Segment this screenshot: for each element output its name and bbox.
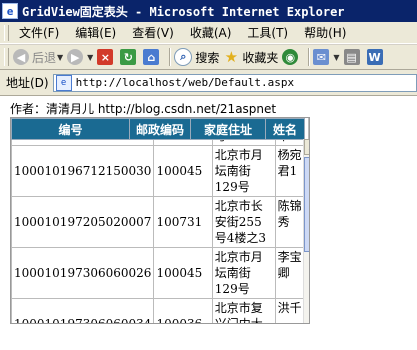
menu-favorites[interactable]: 收藏(A)	[186, 24, 244, 41]
address-url[interactable]: http://localhost/web/Default.aspx	[76, 76, 295, 89]
menu-file[interactable]: 文件(F)	[15, 24, 71, 41]
scroll-up-icon[interactable]: ▲	[304, 139, 309, 155]
table-row: 100010196712150030 100045 北京市月坛南街129号 杨宛…	[11, 145, 309, 197]
edit-icon: W	[366, 49, 383, 65]
cell-addr: 北京市长安街255号4楼之3	[211, 196, 276, 248]
cell-id: 100010197205020007	[11, 196, 155, 248]
gridview-fixed-header: 编号 邮政编码 家庭住址 姓名	[11, 118, 305, 140]
mail-button[interactable]: ✉ ▼	[313, 46, 340, 68]
favorites-button[interactable]: ★ 收藏夹	[223, 46, 279, 68]
cell-id: 100010196712150030	[11, 145, 155, 197]
cell-addr: 北京市月坛南街129号	[211, 247, 276, 299]
star-icon: ★	[224, 48, 239, 66]
table-row: 100010197306060034 100036 北京市复兴门内大街2-3 洪…	[11, 298, 309, 323]
search-button[interactable]: ⌕ 搜索	[174, 46, 219, 68]
cell-zip: 100045	[153, 145, 213, 197]
cell-zip: 100045	[153, 247, 213, 299]
standard-toolbar: ◀ 后退 ▼ ▶ ▼ × ↻ ⌂ ⌕ 搜索 ★ 收藏夹 ◉ ✉ ▼ ▤ W	[0, 44, 417, 70]
column-header-zip[interactable]: 邮政编码	[129, 118, 191, 140]
cell-id: 100010197306060026	[11, 247, 155, 299]
toolbar-separator	[169, 48, 172, 66]
address-label: 地址(D)	[6, 76, 49, 90]
table-row: 100010197306060026 100045 北京市月坛南街129号 李宝…	[11, 247, 309, 299]
edit-button[interactable]: W	[366, 46, 386, 68]
cell-addr: 北京市复兴门内大街2-3	[211, 298, 276, 323]
home-icon: ⌂	[143, 49, 160, 65]
refresh-icon: ↻	[120, 49, 137, 65]
address-bar: 地址(D) e http://localhost/web/Default.asp…	[0, 70, 417, 96]
print-icon: ▤	[343, 49, 360, 65]
gridview-table: 100010196708060046 100031 号 平 1000101967…	[11, 118, 309, 323]
forward-arrow-icon: ▶	[67, 49, 84, 65]
column-header-id[interactable]: 编号	[11, 118, 130, 140]
chevron-down-icon[interactable]: ▼	[87, 53, 93, 62]
menu-view[interactable]: 查看(V)	[128, 24, 186, 41]
toolbar-grip	[4, 48, 9, 66]
media-icon: ◉	[282, 49, 299, 65]
media-button[interactable]: ◉	[282, 46, 301, 68]
home-button[interactable]: ⌂	[143, 46, 162, 68]
menu-bar: 文件(F) 编辑(E) 查看(V) 收藏(A) 工具(T) 帮助(H)	[0, 22, 417, 44]
address-input[interactable]: e http://localhost/web/Default.aspx	[52, 73, 417, 92]
menu-help[interactable]: 帮助(H)	[300, 24, 358, 41]
print-button[interactable]: ▤	[343, 46, 363, 68]
cell-addr: 北京市月坛南街129号	[211, 145, 276, 197]
page-icon: e	[55, 74, 72, 91]
toolbar-separator	[308, 48, 311, 66]
ie-icon: e	[2, 3, 18, 19]
cell-zip: 100731	[153, 196, 213, 248]
stop-button[interactable]: ×	[97, 46, 116, 68]
back-button[interactable]: ◀ 后退 ▼	[13, 46, 63, 68]
menu-tools[interactable]: 工具(T)	[243, 24, 300, 41]
search-label: 搜索	[195, 50, 220, 65]
author-line: 作者：清清月儿 http://blog.csdn.net/21aspnet	[10, 102, 277, 116]
vertical-scrollbar[interactable]: ▲	[303, 139, 309, 323]
column-header-address[interactable]: 家庭住址	[190, 118, 266, 140]
gridview-container: 100010196708060046 100031 号 平 1000101967…	[10, 117, 310, 324]
search-icon: ⌕	[174, 48, 193, 66]
scrollbar-thumb[interactable]	[304, 157, 309, 252]
favorites-label: 收藏夹	[242, 50, 279, 65]
refresh-button[interactable]: ↻	[120, 46, 139, 68]
stop-icon: ×	[97, 49, 114, 65]
cell-zip: 100036	[153, 298, 213, 323]
menu-edit[interactable]: 编辑(E)	[71, 24, 128, 41]
chevron-down-icon[interactable]: ▼	[333, 53, 339, 62]
window-title: GridView固定表头 - Microsoft Internet Explor…	[22, 4, 345, 19]
forward-button[interactable]: ▶ ▼	[67, 46, 93, 68]
mail-icon: ✉	[313, 49, 330, 65]
cell-id: 100010197306060034	[11, 298, 155, 323]
column-header-name[interactable]: 姓名	[265, 118, 305, 140]
chevron-down-icon[interactable]: ▼	[57, 53, 63, 62]
back-label: 后退	[32, 50, 57, 65]
back-arrow-icon: ◀	[13, 49, 29, 65]
table-row: 100010197205020007 100731 北京市长安街255号4楼之3…	[11, 196, 309, 248]
title-bar: e GridView固定表头 - Microsoft Internet Expl…	[0, 0, 417, 22]
toolbar-grip	[4, 24, 9, 41]
